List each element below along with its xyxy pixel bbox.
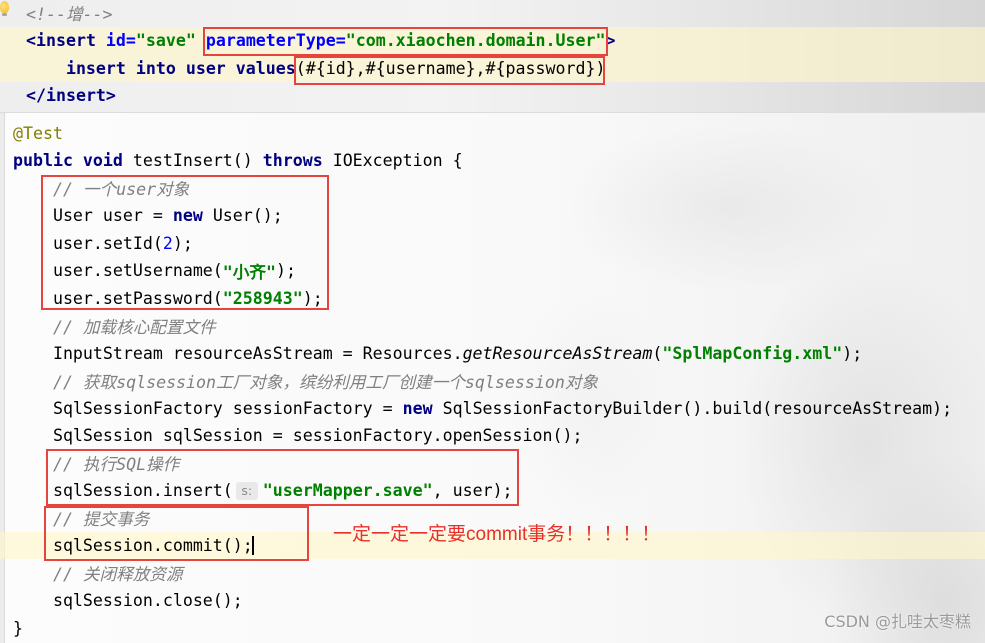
intention-bulb-icon[interactable] (0, 1, 9, 16)
keyword: public void (13, 151, 133, 170)
xml-attribute-value: "save" (135, 31, 196, 51)
xml-tag: </insert> (26, 86, 116, 106)
code-line[interactable]: <!--增--> (26, 0, 615, 27)
identifier: SqlSession sqlSession = sessionFactory.o… (52, 426, 583, 445)
xml-comment: <!--增--> (26, 5, 113, 25)
code-line[interactable]: // 关闭释放资源 (13, 559, 952, 587)
identifier: SqlSessionFactory sessionFactory = (52, 398, 403, 418)
code-line[interactable]: public void testInsert() throws IOExcept… (13, 147, 952, 175)
sql-keyword: insert into user values (65, 58, 296, 78)
identifier: IOException { (332, 151, 463, 170)
code-line[interactable]: SqlSessionFactory sessionFactory = new S… (13, 394, 952, 422)
red-highlight-box (41, 175, 329, 310)
red-highlight-box (294, 56, 605, 85)
xml-tag: <insert (26, 31, 96, 51)
identifier: ); (842, 343, 863, 363)
comment: // 关闭释放资源 (52, 565, 183, 584)
keyword: new (402, 398, 443, 418)
code-line[interactable]: </insert> (26, 82, 615, 110)
identifier: SqlSessionFactoryBuilder().build(resourc… (442, 398, 953, 418)
xml-attribute-name: id= (95, 31, 136, 51)
comment: // 获取sqlsession工厂对象，缤纷利用工厂创建一个sqlsession… (52, 372, 599, 392)
red-note-text: 一定一定一定要commit事务！！！！！ (333, 524, 661, 545)
identifier: sqlSession.close(); (52, 591, 243, 610)
identifier: } (13, 618, 23, 638)
identifier: InputStream resourceAsStream = Resources… (52, 343, 463, 363)
red-highlight-box (44, 506, 309, 561)
csdn-watermark: CSDN @扎哇太枣糕 (824, 612, 971, 631)
keyword: throws (262, 151, 333, 170)
code-line[interactable]: InputStream resourceAsStream = Resources… (13, 339, 952, 367)
code-line[interactable]: } (13, 614, 952, 642)
red-highlight-box (203, 27, 608, 56)
code-line[interactable]: // 加载核心配置文件 (13, 312, 952, 340)
method-name: testInsert() (132, 151, 263, 170)
code-line[interactable]: @Test (13, 119, 952, 147)
annotation: @Test (13, 123, 63, 143)
code-line[interactable]: SqlSession sqlSession = sessionFactory.o… (13, 422, 952, 450)
static-method: getResourceAsStream (462, 343, 653, 363)
identifier: ( (652, 343, 663, 363)
string-literal: "SplMapConfig.xml" (662, 343, 843, 363)
screenshot-canvas: <!--增--> <insert id= "save" parameterTyp… (0, 0, 985, 643)
code-line[interactable]: // 获取sqlsession工厂对象，缤纷利用工厂创建一个sqlsession… (13, 367, 952, 395)
red-highlight-box (46, 449, 519, 506)
editor-edge (0, 113, 5, 643)
code-line[interactable]: sqlSession.close(); (13, 587, 952, 615)
comment: // 加载核心配置文件 (52, 317, 216, 337)
